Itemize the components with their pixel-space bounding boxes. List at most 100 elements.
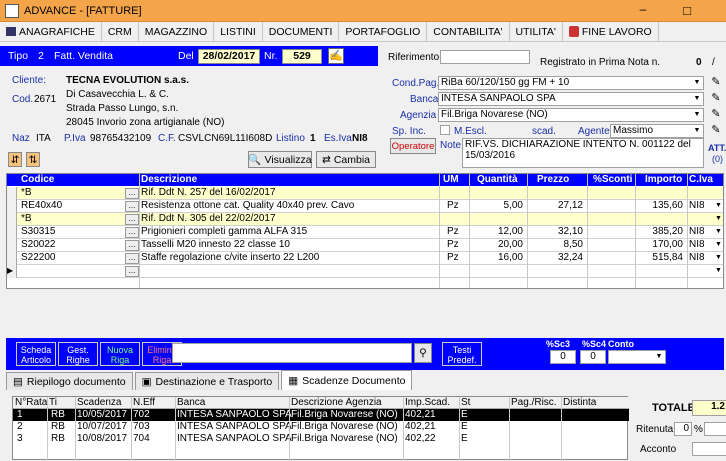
- scheda-articolo-button[interactable]: Scheda Articolo: [16, 342, 56, 366]
- cell-qta[interactable]: 5,00: [469, 200, 523, 212]
- nuova-riga-button[interactable]: Nuova Riga: [100, 342, 140, 366]
- cell-um[interactable]: Pz: [447, 252, 459, 264]
- ritenuta-input[interactable]: 0: [674, 422, 692, 436]
- lookup-button[interactable]: ...: [125, 227, 139, 238]
- lookup-button[interactable]: ...: [125, 253, 139, 264]
- menu-crm[interactable]: CRM: [102, 21, 139, 42]
- cell-civa[interactable]: NI8: [689, 200, 705, 212]
- cell-civa[interactable]: NI8: [689, 226, 705, 238]
- visualizza-button[interactable]: 🔍 Visualizza: [248, 151, 312, 168]
- sc4-input[interactable]: 0: [580, 350, 606, 364]
- minimize-icon[interactable]: –: [636, 3, 650, 16]
- cell-codice[interactable]: *B: [21, 213, 32, 225]
- operatore-button[interactable]: Operatore: [390, 138, 436, 154]
- cell-codice[interactable]: S22200: [21, 252, 55, 264]
- table-row[interactable]: ... *B Rif. Ddt N. 305 del 22/02/2017 ▼: [7, 213, 723, 226]
- row-selector[interactable]: [7, 239, 17, 252]
- sign-icon[interactable]: ✍: [328, 48, 344, 64]
- edit-banca-icon[interactable]: ✎: [708, 91, 724, 105]
- cell-descrizione[interactable]: Resistenza ottone cat. Quality 40x40 pre…: [141, 200, 354, 212]
- collapse-icon[interactable]: ⇵: [8, 152, 22, 167]
- menu-listini[interactable]: LISTINI: [214, 21, 263, 42]
- date-field[interactable]: 28/02/2017: [198, 49, 260, 64]
- row-selector[interactable]: [7, 213, 17, 226]
- ritenuta-amount[interactable]: [704, 422, 726, 436]
- banca-select[interactable]: INTESA SANPAOLO SPA ▼: [438, 92, 704, 106]
- riferimento-input[interactable]: [440, 50, 530, 64]
- cell-descrizione[interactable]: Tasselli M20 innesto 22 classe 10: [141, 239, 290, 251]
- condpag-select[interactable]: RiBa 60/120/150 gg FM + 10 ▼: [438, 76, 704, 90]
- tab-riepilogo[interactable]: ▤ Riepilogo documento: [6, 372, 133, 390]
- cell-importo[interactable]: 135,60: [635, 200, 683, 212]
- menu-fine-lavoro[interactable]: FINE LAVORO: [563, 21, 659, 42]
- chevron-down-icon[interactable]: ▼: [715, 200, 722, 212]
- menu-contabilita[interactable]: CONTABILITA': [427, 21, 510, 42]
- maximize-icon[interactable]: □: [680, 3, 694, 18]
- cambia-button[interactable]: ⇄ Cambia: [316, 151, 376, 168]
- row-selector[interactable]: [7, 187, 17, 200]
- cell-importo[interactable]: 515,84: [635, 252, 683, 264]
- cell-qta[interactable]: 20,00: [469, 239, 523, 251]
- edit-agenzia-icon[interactable]: ✎: [708, 107, 724, 121]
- chevron-down-icon[interactable]: ▼: [715, 213, 722, 225]
- table-row[interactable]: ... S30315 Prigionieri completi gamma ALFA…: [7, 226, 723, 239]
- sc3-input[interactable]: 0: [550, 350, 576, 364]
- number-field[interactable]: 529: [282, 49, 322, 64]
- agenzia-select[interactable]: Fil.Briga Novarese (NO) ▼: [438, 108, 704, 122]
- cell-qta[interactable]: 16,00: [469, 252, 523, 264]
- table-row[interactable]: ... *B Rif. Ddt N. 257 del 16/02/2017: [7, 187, 723, 200]
- cell-um[interactable]: Pz: [447, 200, 459, 212]
- att-label[interactable]: ATT.: [708, 143, 726, 153]
- chevron-down-icon[interactable]: ▼: [715, 265, 722, 277]
- cell-codice[interactable]: S30315: [21, 226, 55, 238]
- lookup-button[interactable]: ...: [125, 188, 139, 199]
- tab-destinazione[interactable]: ▣ Destinazione e Trasporto: [134, 372, 280, 390]
- table-row[interactable]: ▶... ▼: [7, 265, 723, 278]
- menu-portafoglio[interactable]: PORTAFOGLIO: [339, 21, 428, 42]
- lookup-button[interactable]: ...: [125, 201, 139, 212]
- list-item[interactable]: 2 RB 10/07/2017 703 INTESA SANPAOLO SPA Fil.B…: [13, 421, 629, 433]
- cell-qta[interactable]: 12,00: [469, 226, 523, 238]
- lookup-button[interactable]: ...: [125, 214, 139, 225]
- tab-scadenze[interactable]: ▦ Scadenze Documento: [281, 370, 413, 390]
- row-selector[interactable]: [7, 200, 17, 213]
- chevron-down-icon[interactable]: ▼: [715, 239, 722, 251]
- cell-codice[interactable]: *B: [21, 187, 32, 199]
- cell-descrizione[interactable]: Rif. Ddt N. 257 del 16/02/2017: [141, 187, 276, 199]
- table-row[interactable]: ... RE40x40 Resistenza ottone cat. Quality…: [7, 200, 723, 213]
- search-icon[interactable]: ⚲: [414, 343, 432, 363]
- cell-descrizione[interactable]: Rif. Ddt N. 305 del 22/02/2017: [141, 213, 276, 225]
- table-row[interactable]: ... S22200 Staffe regolazione c/vite inser…: [7, 252, 723, 265]
- cell-codice[interactable]: RE40x40: [21, 200, 62, 212]
- row-selector[interactable]: [7, 252, 17, 265]
- row-selector[interactable]: [7, 226, 17, 239]
- cell-codice[interactable]: S20022: [21, 239, 55, 251]
- acconto-input[interactable]: [692, 442, 726, 456]
- menu-magazzino[interactable]: MAGAZZINO: [139, 21, 215, 42]
- cell-importo[interactable]: 170,00: [635, 239, 683, 251]
- spinc-checkbox[interactable]: [440, 125, 450, 135]
- cell-prezzo[interactable]: 8,50: [527, 239, 583, 251]
- cell-prezzo[interactable]: 27,12: [527, 200, 583, 212]
- table-row[interactable]: ... S20022 Tasselli M20 innesto 22 classe …: [7, 239, 723, 252]
- cell-prezzo[interactable]: 32,10: [527, 226, 583, 238]
- note-field[interactable]: RIF.VS. DICHIARAZIONE INTENTO N. 001122 …: [462, 138, 704, 168]
- testi-predef-button[interactable]: Testi Predef.: [442, 342, 482, 366]
- menu-utilita[interactable]: UTILITA': [510, 21, 563, 42]
- lookup-button[interactable]: ...: [125, 240, 139, 251]
- cell-um[interactable]: Pz: [447, 239, 459, 251]
- row-selector[interactable]: ▶: [7, 265, 17, 278]
- cell-descrizione[interactable]: Prigionieri completi gamma ALFA 315: [141, 226, 307, 238]
- conto-select[interactable]: ▼: [608, 350, 666, 364]
- cell-civa[interactable]: NI8: [689, 239, 705, 251]
- customer-name[interactable]: TECNA EVOLUTION s.a.s.: [66, 75, 189, 86]
- edit-condpag-icon[interactable]: ✎: [708, 75, 724, 89]
- list-item[interactable]: 3 RB 10/08/2017 704 INTESA SANPAOLO SPA Fil.B…: [13, 433, 629, 445]
- cell-importo[interactable]: 385,20: [635, 226, 683, 238]
- cell-um[interactable]: Pz: [447, 226, 459, 238]
- chevron-down-icon[interactable]: ▼: [715, 226, 722, 238]
- menu-anagrafiche[interactable]: ANAGRAFICHE: [0, 21, 102, 42]
- gest-righe-button[interactable]: Gest. Righe: [58, 342, 98, 366]
- expand-icon[interactable]: ⇅: [26, 152, 40, 167]
- edit-agente-icon[interactable]: ✎: [708, 123, 724, 137]
